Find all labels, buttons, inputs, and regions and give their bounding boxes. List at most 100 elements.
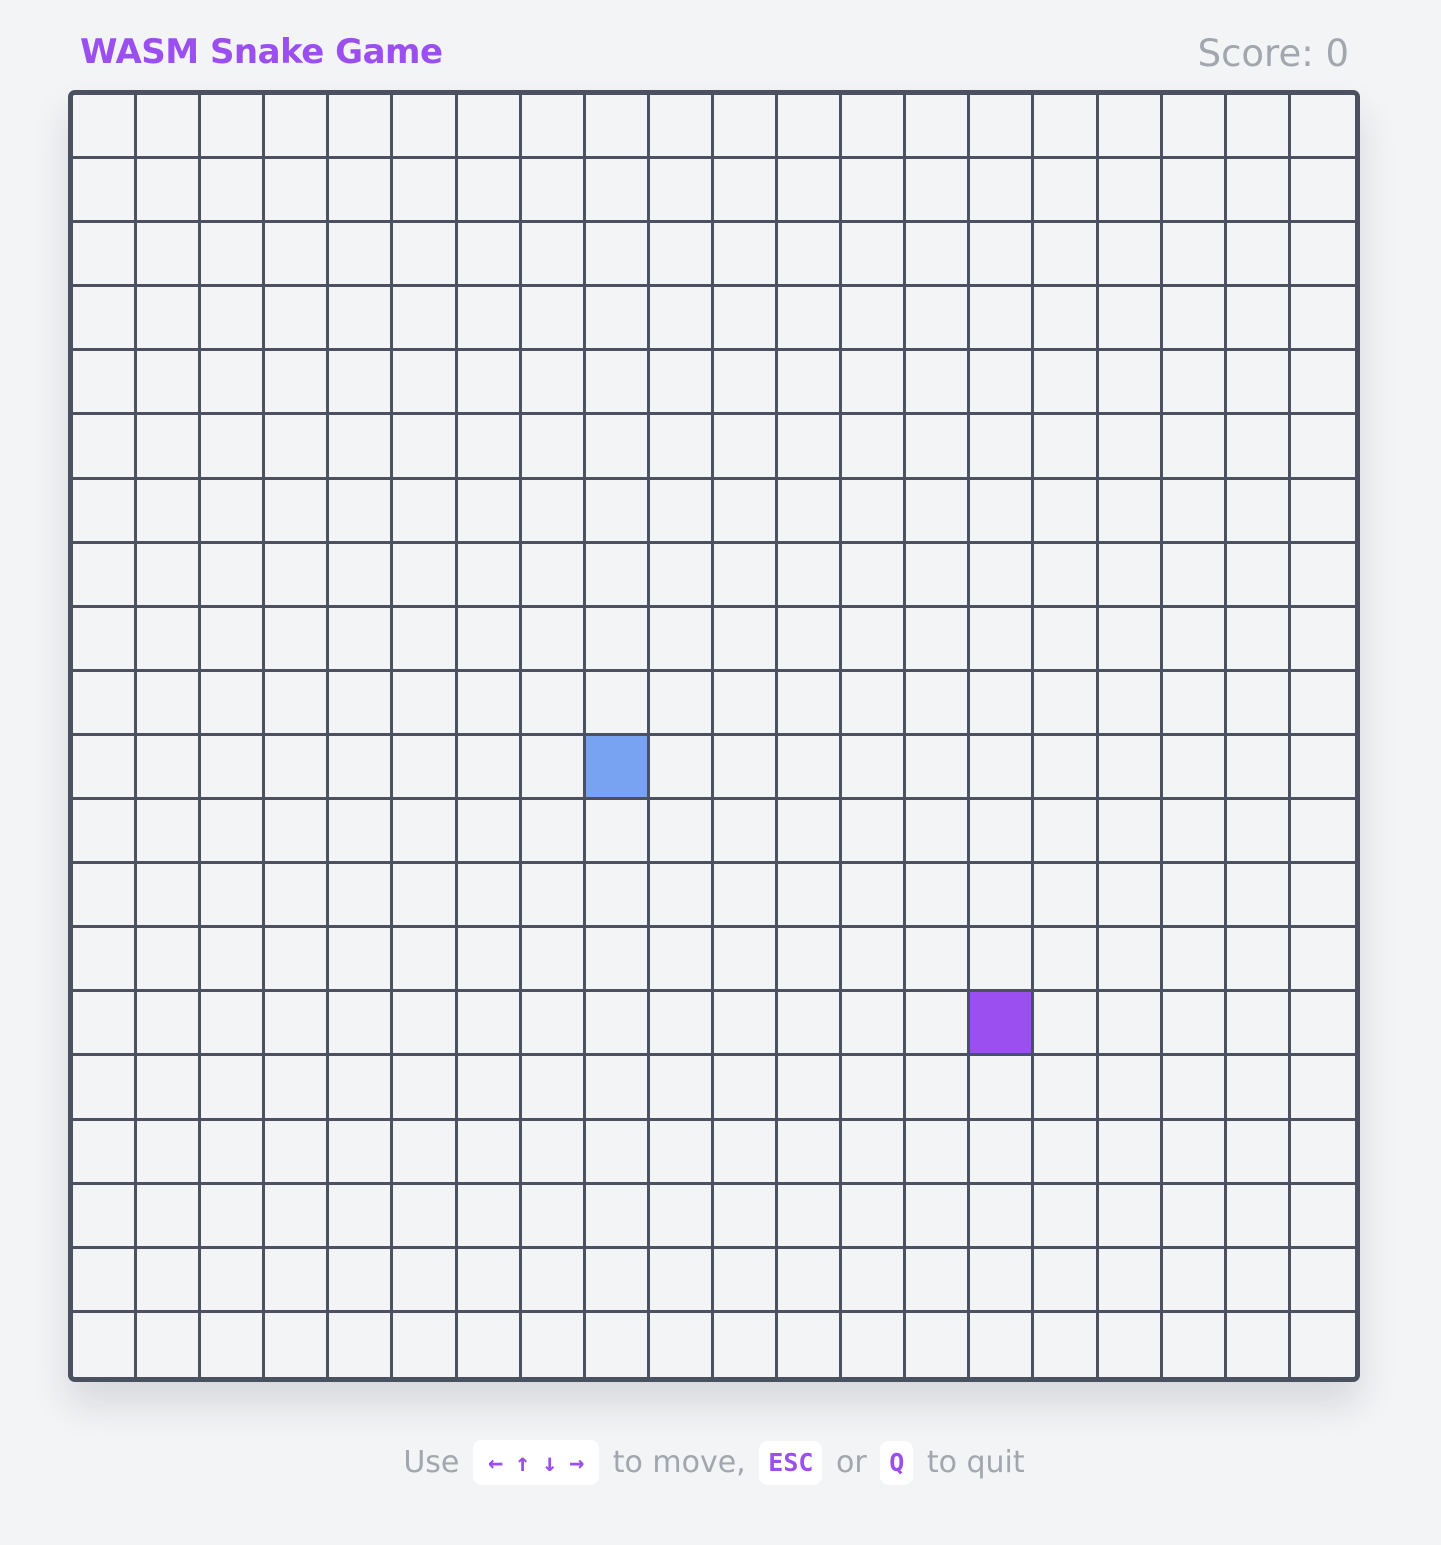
- board-cell: [265, 1248, 330, 1313]
- board-cell: [842, 479, 907, 544]
- board-cell: [73, 800, 138, 865]
- board-cell: [457, 671, 522, 736]
- board-cell: [842, 928, 907, 993]
- board-cell: [329, 351, 394, 416]
- board-cell: [713, 543, 779, 608]
- board-cell: [457, 1248, 522, 1313]
- board-cell: [649, 671, 714, 736]
- board-cell: [329, 800, 394, 865]
- board-cell: [1162, 1184, 1227, 1249]
- game-header: WASM Snake Game Score: 0: [80, 28, 1349, 82]
- board-cell: [201, 351, 266, 416]
- board-cell: [265, 928, 330, 993]
- board-cell: [713, 95, 779, 160]
- board-cell: [1226, 479, 1291, 544]
- board-cell: [1226, 543, 1291, 608]
- board-cell: [521, 351, 586, 416]
- board-cell: [137, 351, 202, 416]
- board-cell: [842, 735, 907, 801]
- board-cell: [201, 223, 266, 288]
- board-cell: [201, 1056, 266, 1121]
- board-cell: [201, 1248, 266, 1313]
- board-cell: [265, 1184, 330, 1249]
- board-cell: [1226, 607, 1291, 672]
- board-cell: [1290, 287, 1355, 352]
- board-cell: [906, 1184, 971, 1249]
- board-cell: [73, 735, 138, 801]
- board-cell: [457, 287, 522, 352]
- board-cell: [201, 1184, 266, 1249]
- board-cell: [585, 864, 650, 929]
- board-cell: [906, 992, 971, 1057]
- board-cell: [585, 543, 650, 608]
- board-cell: [906, 415, 971, 480]
- board-cell: [265, 287, 330, 352]
- board-cell: [1098, 1056, 1163, 1121]
- board-cell: [778, 864, 843, 929]
- board-cell: [1162, 223, 1227, 288]
- board-cell: [842, 1120, 907, 1185]
- board-cell: [1034, 223, 1099, 288]
- board-cell: [585, 1248, 650, 1313]
- board-cell: [842, 1248, 907, 1313]
- board-cell: [1162, 992, 1227, 1057]
- board-cell: [329, 1184, 394, 1249]
- board-cell: [73, 992, 138, 1057]
- board-cell: [842, 351, 907, 416]
- board-cell: [970, 1248, 1035, 1313]
- board-cell: [265, 864, 330, 929]
- board-cell: [1290, 607, 1355, 672]
- board-cell: [329, 607, 394, 672]
- board-cell: [649, 864, 714, 929]
- board-cell: [649, 1184, 714, 1249]
- board-cell: [1034, 159, 1099, 224]
- board-cell: [1226, 800, 1291, 865]
- board-cell: [73, 1056, 138, 1121]
- board-cell: [137, 1312, 202, 1377]
- board-cell: [970, 1184, 1035, 1249]
- board-cell: [1226, 159, 1291, 224]
- game-board[interactable]: [68, 90, 1360, 1382]
- board-cell: [585, 1184, 650, 1249]
- board-cell: [713, 479, 779, 544]
- board-cell: [393, 1312, 458, 1377]
- board-cell: [265, 223, 330, 288]
- board-cell: [1034, 1312, 1099, 1377]
- board-cell: [329, 415, 394, 480]
- board-cell: [457, 800, 522, 865]
- board-cell: [585, 992, 650, 1057]
- board-cell: [137, 800, 202, 865]
- board-cell: [1226, 1248, 1291, 1313]
- arrow-up-icon: ↑: [515, 1448, 531, 1477]
- board-cell: [1226, 1312, 1291, 1377]
- board-cell: [393, 159, 458, 224]
- board-cell: [73, 159, 138, 224]
- board-cell: [906, 1056, 971, 1121]
- board-cell: [1034, 735, 1099, 801]
- board-cell: [713, 415, 779, 480]
- board-cell: [970, 95, 1035, 160]
- board-cell: [137, 992, 202, 1057]
- board-cell: [906, 95, 971, 160]
- board-cell: [1034, 607, 1099, 672]
- board-cell: [1290, 351, 1355, 416]
- board-cell: [1290, 223, 1355, 288]
- board-cell: [970, 1056, 1035, 1121]
- board-cell: [329, 543, 394, 608]
- board-cell: [201, 287, 266, 352]
- board-cell: [585, 223, 650, 288]
- board-cell: [457, 607, 522, 672]
- board-cell: [521, 543, 586, 608]
- board-cell: [585, 479, 650, 544]
- board-cell: [713, 159, 779, 224]
- board-cell: [1034, 479, 1099, 544]
- board-cell: [585, 607, 650, 672]
- board-cell: [393, 735, 458, 801]
- board-cell: [1098, 415, 1163, 480]
- board-cell: [1226, 351, 1291, 416]
- board-cell: [1098, 543, 1163, 608]
- board-cell: [970, 479, 1035, 544]
- board-cell: [1098, 351, 1163, 416]
- board-cell: [73, 1312, 138, 1377]
- board-cell: [137, 928, 202, 993]
